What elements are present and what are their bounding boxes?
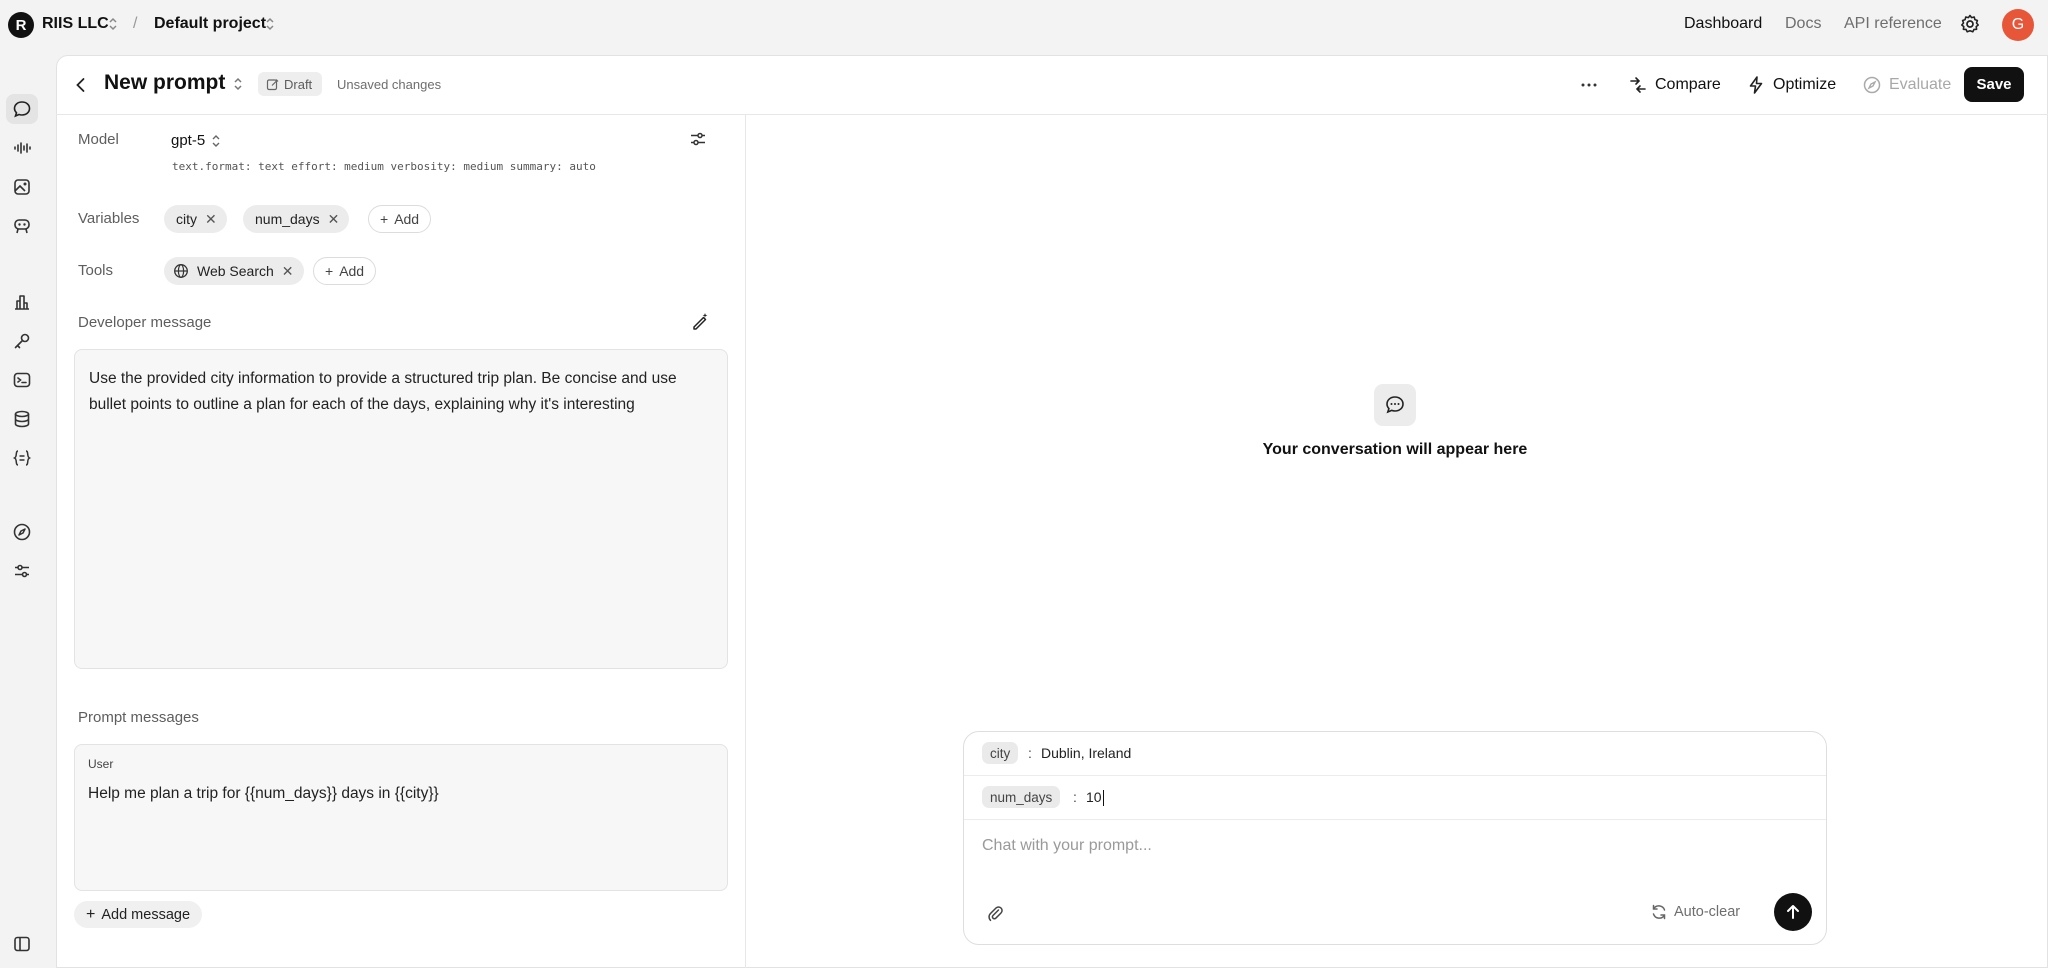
save-button[interactable]: Save xyxy=(1964,67,2024,102)
model-label: Model xyxy=(78,131,119,148)
chat-input[interactable]: Chat with your prompt... xyxy=(982,837,1152,855)
title-switch-icon[interactable] xyxy=(232,76,244,92)
remove-icon[interactable]: ✕ xyxy=(205,211,217,228)
user-role-label: User xyxy=(88,757,114,771)
nav-docs[interactable]: Docs xyxy=(1785,15,1821,33)
project-switch-icon[interactable] xyxy=(264,16,276,32)
prompt-messages-label: Prompt messages xyxy=(78,709,199,726)
usage-icon[interactable] xyxy=(6,287,38,317)
user-avatar[interactable]: G xyxy=(2002,9,2034,41)
auto-clear-toggle[interactable]: Auto-clear xyxy=(1650,903,1740,921)
org-switch-icon[interactable] xyxy=(107,16,119,32)
var-colon: : xyxy=(1073,789,1077,805)
page-title[interactable]: New prompt xyxy=(104,71,225,95)
var-value-num-days[interactable]: 10 xyxy=(1086,789,1104,807)
variable-chip-label: city xyxy=(176,211,197,227)
magic-edit-icon[interactable] xyxy=(690,311,710,331)
more-options-icon[interactable] xyxy=(1578,74,1600,96)
add-message-button[interactable]: + Add message xyxy=(74,901,203,928)
composer-divider xyxy=(964,775,1826,776)
top-bar: R RIIS LLC / Default project Dashboard D… xyxy=(0,0,2048,52)
tool-chip-label: Web Search xyxy=(197,263,274,279)
plus-icon: + xyxy=(325,263,334,279)
plus-icon: + xyxy=(86,905,96,923)
org-name[interactable]: RIIS LLC xyxy=(42,15,109,33)
add-tool-button[interactable]: + Add xyxy=(313,257,377,285)
evaluate-label: Evaluate xyxy=(1889,76,1952,93)
project-name[interactable]: Default project xyxy=(154,15,266,33)
variables-label: Variables xyxy=(78,210,140,227)
var-name-num-days: num_days xyxy=(982,786,1061,808)
compare-icon xyxy=(1630,77,1646,93)
compass-icon[interactable] xyxy=(6,517,38,547)
optimize-label: Optimize xyxy=(1773,76,1837,93)
text-caret xyxy=(1102,790,1104,807)
optimize-button[interactable]: Optimize xyxy=(1746,70,1836,100)
empty-conversation-text: Your conversation will appear here xyxy=(1262,441,1528,458)
assistants-icon[interactable] xyxy=(6,211,38,241)
user-message-input[interactable]: Help me plan a trip for {{num_days}} day… xyxy=(88,785,439,803)
model-settings-icon[interactable] xyxy=(688,129,708,149)
sidebar-toggle-icon[interactable] xyxy=(6,929,38,959)
send-button[interactable] xyxy=(1774,893,1812,931)
column-divider[interactable] xyxy=(745,115,746,968)
remove-icon[interactable]: ✕ xyxy=(328,211,340,228)
model-switch-icon xyxy=(212,134,220,147)
conversation-icon xyxy=(1374,384,1416,426)
unsaved-changes-label: Unsaved changes xyxy=(337,77,442,92)
settings-sliders-icon[interactable] xyxy=(6,556,38,586)
evaluate-button[interactable]: Evaluate xyxy=(1862,70,1951,100)
var-value-city[interactable]: Dublin, Ireland xyxy=(1041,745,1131,761)
tool-chip-web-search[interactable]: Web Search ✕ xyxy=(164,257,304,285)
composer-divider xyxy=(964,819,1826,820)
edit-icon xyxy=(266,78,279,90)
org-logo[interactable]: R xyxy=(8,12,34,38)
compare-label: Compare xyxy=(1655,76,1721,93)
plus-icon: + xyxy=(380,211,389,227)
key-icon[interactable] xyxy=(6,326,38,356)
model-name: gpt-5 xyxy=(171,132,206,149)
breadcrumb-separator: / xyxy=(133,15,138,32)
variable-chip-city[interactable]: city ✕ xyxy=(164,205,227,233)
refresh-icon xyxy=(1652,904,1666,920)
status-badge-label: Draft xyxy=(284,76,313,92)
developer-message-input[interactable]: Use the provided city information to pro… xyxy=(74,349,728,669)
nav-dashboard[interactable]: Dashboard xyxy=(1684,15,1762,33)
terminal-icon[interactable] xyxy=(6,365,38,395)
developer-message-label: Developer message xyxy=(78,314,212,331)
model-params: text.format: text effort: medium verbosi… xyxy=(172,160,596,173)
user-message-box[interactable] xyxy=(74,744,728,891)
lightning-icon xyxy=(1749,76,1763,94)
var-name-city: city xyxy=(982,742,1019,764)
variable-chip-num-days[interactable]: num_days ✕ xyxy=(243,205,350,233)
model-selector[interactable]: gpt-5 xyxy=(171,132,222,149)
image-icon[interactable] xyxy=(6,172,38,202)
header-divider xyxy=(56,114,2048,115)
paperclip-icon[interactable] xyxy=(985,903,1005,923)
tools-label: Tools xyxy=(78,262,114,279)
remove-icon[interactable]: ✕ xyxy=(282,263,294,280)
evaluate-icon xyxy=(1863,76,1881,94)
nav-api-reference[interactable]: API reference xyxy=(1844,15,1942,33)
back-icon[interactable] xyxy=(70,74,92,96)
add-variable-button[interactable]: + Add xyxy=(368,205,432,233)
add-variable-label: Add xyxy=(394,211,420,227)
auto-clear-label: Auto-clear xyxy=(1674,904,1741,920)
gear-icon[interactable] xyxy=(1960,14,1980,34)
chat-icon[interactable] xyxy=(6,94,38,124)
var-value-num-days-text: 10 xyxy=(1086,789,1102,805)
globe-icon xyxy=(174,264,188,278)
variables-icon[interactable] xyxy=(6,443,38,473)
add-tool-label: Add xyxy=(339,263,365,279)
status-badge: Draft xyxy=(258,72,323,96)
variable-chip-label: num_days xyxy=(255,211,320,227)
arrow-up-icon xyxy=(1787,905,1799,919)
compare-button[interactable]: Compare xyxy=(1628,70,1721,100)
audio-icon[interactable] xyxy=(6,133,38,163)
storage-icon[interactable] xyxy=(6,404,38,434)
var-colon: : xyxy=(1028,745,1032,761)
add-message-label: Add message xyxy=(101,906,191,923)
